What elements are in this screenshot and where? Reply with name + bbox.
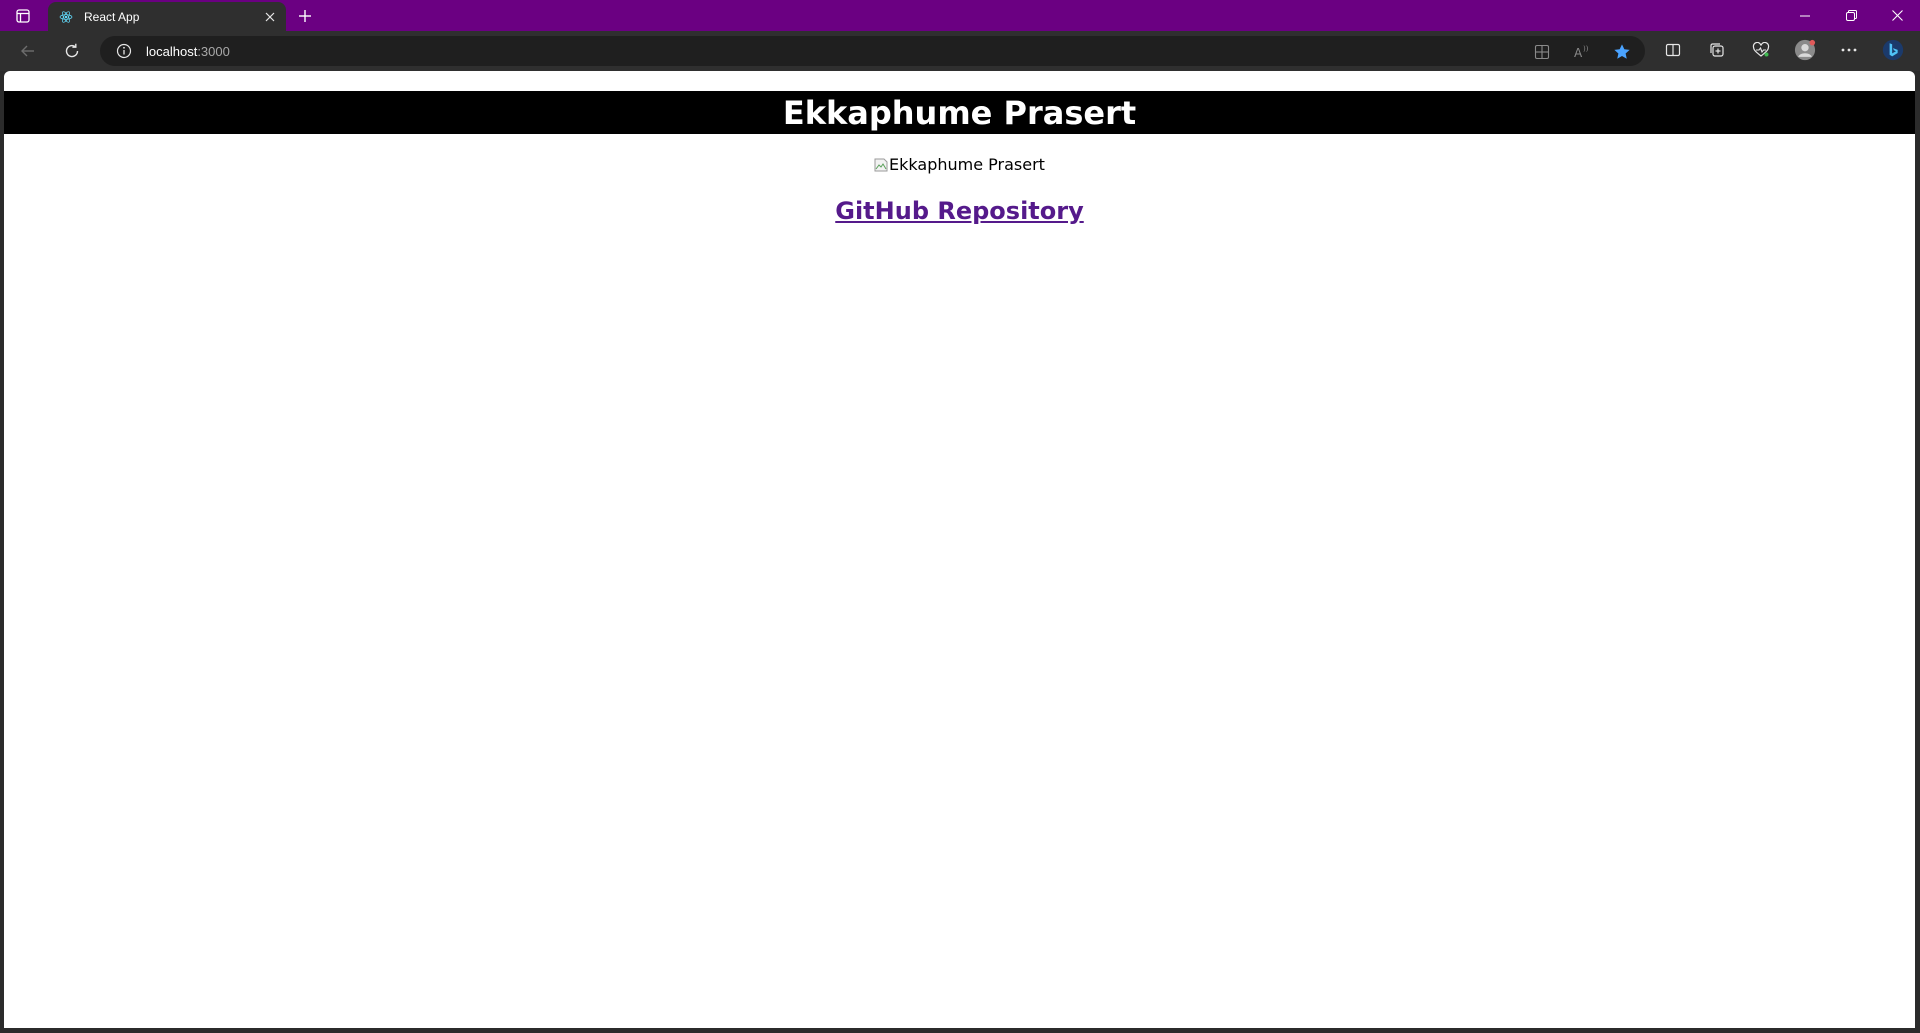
window-close-icon[interactable] — [1874, 0, 1920, 31]
svg-text:A: A — [1574, 46, 1583, 60]
url-text[interactable]: localhost:3000 — [146, 44, 230, 59]
app-available-icon[interactable] — [1531, 41, 1553, 63]
repo-link-container: GitHub Repository — [4, 197, 1915, 225]
tab-actions-icon[interactable] — [12, 6, 34, 26]
tab-title: React App — [84, 9, 140, 24]
favorite-star-icon[interactable] — [1611, 41, 1633, 63]
broken-image-icon — [874, 158, 888, 172]
restore-icon[interactable] — [1828, 0, 1874, 31]
address-bar-actions: A )) — [1531, 41, 1633, 63]
page-header: Ekkaphume Prasert — [4, 91, 1915, 134]
close-icon[interactable] — [260, 7, 280, 27]
split-screen-icon[interactable] — [1662, 39, 1684, 61]
profile-image-alt-text: Ekkaphume Prasert — [889, 155, 1045, 174]
read-aloud-icon[interactable]: A )) — [1571, 41, 1593, 63]
more-options-icon[interactable] — [1838, 39, 1860, 61]
tab-strip: React App — [0, 0, 1920, 31]
toolbar-actions — [1662, 39, 1904, 61]
url-port: :3000 — [197, 43, 230, 59]
react-icon — [58, 9, 74, 25]
browser-toolbar: localhost:3000 A )) — [0, 31, 1920, 71]
copilot-icon[interactable] — [1882, 39, 1904, 61]
new-tab-icon[interactable] — [294, 5, 316, 27]
refresh-icon[interactable] — [60, 39, 84, 63]
minimize-icon[interactable] — [1782, 0, 1828, 31]
svg-text:)): )) — [1583, 45, 1589, 53]
profile-image-broken: Ekkaphume Prasert — [4, 155, 1915, 174]
page-title: Ekkaphume Prasert — [782, 93, 1137, 132]
info-icon[interactable] — [116, 43, 132, 59]
page-viewport: Ekkaphume Prasert Ekkaphume Prasert GitH… — [4, 71, 1915, 1028]
browser-window: React App localhost:3000 A)) Ekkaphume … — [0, 0, 1920, 1033]
url-host: localhost — [146, 43, 198, 59]
back-icon[interactable] — [16, 39, 40, 63]
address-bar[interactable]: localhost:3000 A )) — [100, 36, 1645, 66]
window-controls — [1782, 0, 1920, 31]
profile-avatar-icon[interactable] — [1794, 39, 1816, 61]
collections-icon[interactable] — [1706, 39, 1728, 61]
github-repository-link[interactable]: GitHub Repository — [835, 197, 1083, 225]
browser-essentials-icon[interactable] — [1750, 39, 1772, 61]
browser-tab-active[interactable]: React App — [48, 2, 286, 31]
